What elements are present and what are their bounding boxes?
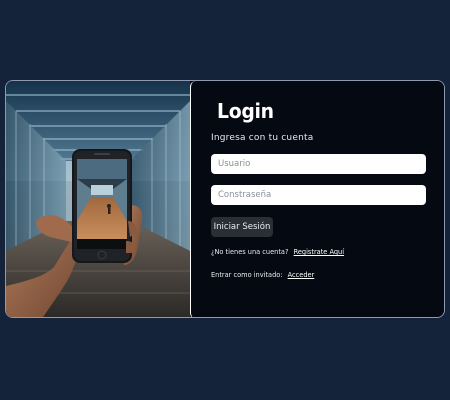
hero-photo-illustration — [6, 81, 190, 317]
login-title: Login — [217, 99, 274, 123]
login-panel: Login Ingresa con tu cuenta Iniciar Sesi… — [190, 81, 444, 317]
register-link[interactable]: Registrate Aquí — [294, 248, 344, 256]
login-card: Login Ingresa con tu cuenta Iniciar Sesi… — [5, 80, 445, 318]
username-input[interactable] — [211, 154, 426, 174]
guest-prompt: Entrar como invitado: — [211, 271, 283, 279]
register-prompt: ¿No tienes una cuenta? — [211, 248, 289, 256]
guest-line: Entrar como invitado: Acceder — [211, 271, 314, 279]
login-button[interactable]: Iniciar Sesión — [211, 217, 273, 237]
login-subtitle: Ingresa con tu cuenta — [211, 133, 314, 143]
hero-photo — [6, 81, 190, 317]
password-input[interactable] — [211, 185, 426, 205]
guest-link[interactable]: Acceder — [288, 271, 315, 279]
register-line: ¿No tienes una cuenta? Registrate Aquí — [211, 248, 344, 256]
